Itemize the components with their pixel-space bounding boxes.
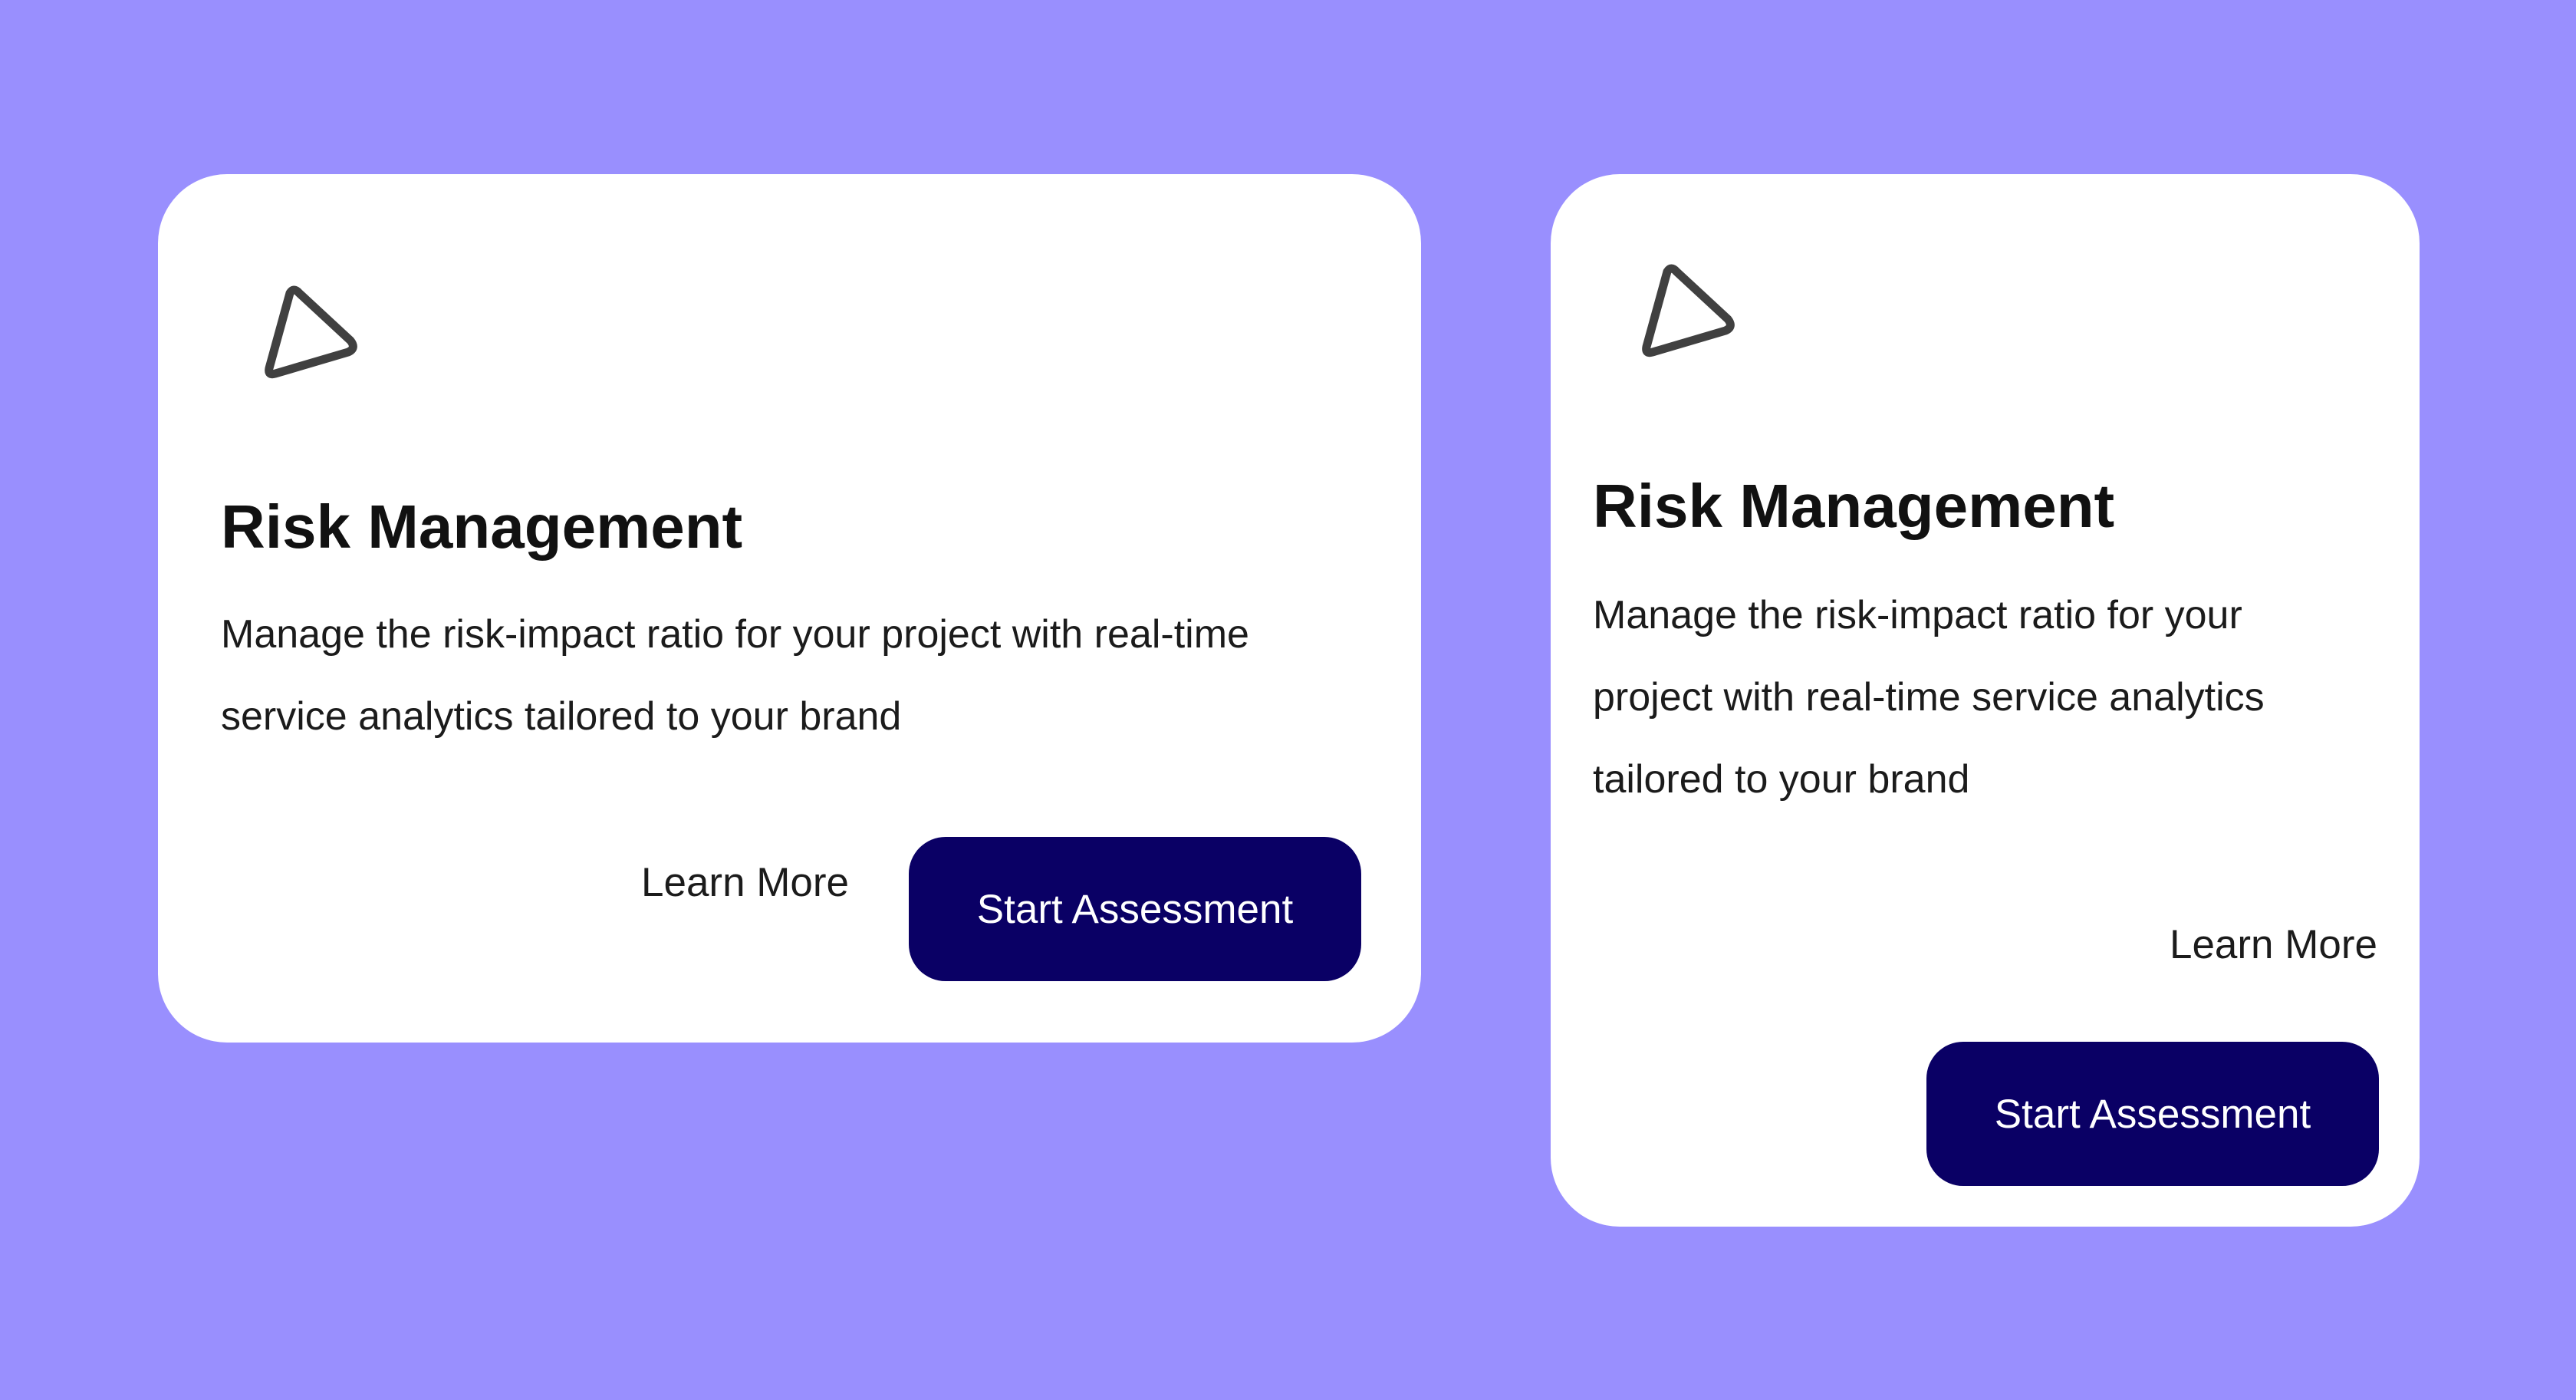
- card-title: Risk Management: [221, 492, 743, 561]
- triangle-play-icon: [246, 259, 400, 412]
- risk-management-card-wide: Risk Management Manage the risk-impact r…: [158, 174, 1421, 1043]
- triangle-play-icon: [1624, 237, 1777, 390]
- risk-management-card-narrow: Risk Management Manage the risk-impact r…: [1551, 174, 2420, 1227]
- learn-more-link[interactable]: Learn More: [641, 862, 849, 903]
- learn-more-link[interactable]: Learn More: [2170, 924, 2377, 965]
- start-assessment-button[interactable]: Start Assessment: [1926, 1042, 2379, 1186]
- card-description: Manage the risk-impact ratio for your pr…: [1593, 593, 2265, 802]
- start-assessment-button[interactable]: Start Assessment: [909, 837, 1361, 981]
- card-description: Manage the risk-impact ratio for your pr…: [221, 612, 1249, 739]
- card-title: Risk Management: [1593, 472, 2115, 540]
